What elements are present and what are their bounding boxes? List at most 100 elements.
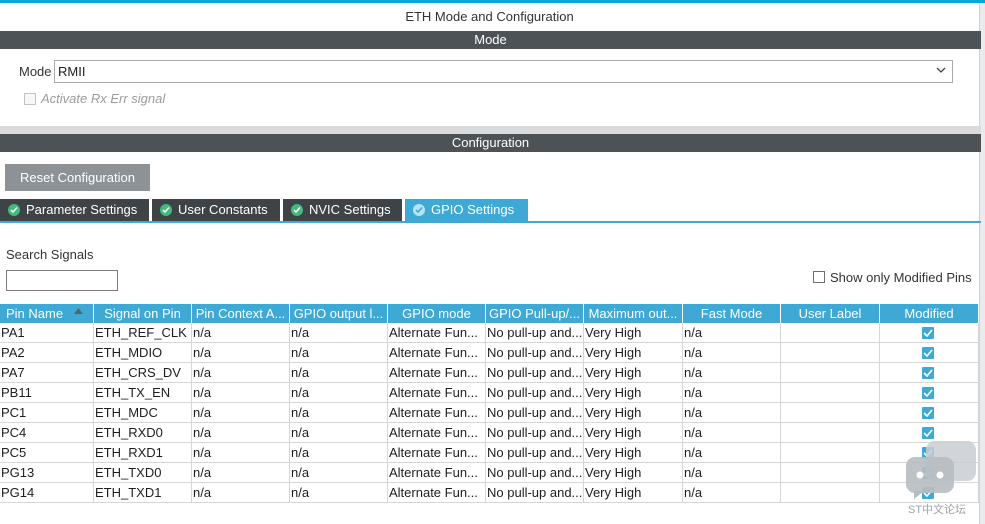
column-header-maximum-output-speed[interactable]: Maximum out... — [584, 304, 683, 323]
table-row[interactable]: PB11 ETH_TX_EN n/a n/a Alternate Fun... No pu… — [0, 383, 979, 403]
cell-gpio-mode: Alternate Fun... — [388, 363, 486, 383]
cell-signal-on-pin: ETH_TX_EN — [94, 383, 192, 403]
cell-modified[interactable] — [880, 323, 979, 343]
watermark-text: ST中文论坛 — [908, 504, 967, 516]
configuration-section-header: Configuration — [0, 134, 981, 152]
column-header-label: Fast Mode — [700, 306, 763, 321]
sort-ascending-icon[interactable] — [74, 308, 83, 314]
cell-maximum-output-speed: Very High — [584, 363, 683, 383]
table-row[interactable]: PA2 ETH_MDIO n/a n/a Alternate Fun... No pull… — [0, 343, 979, 363]
table-row[interactable]: PC4 ETH_RXD0 n/a n/a Alternate Fun... No pull… — [0, 423, 979, 443]
search-signals-label: Search Signals — [6, 247, 94, 262]
cell-maximum-output-speed: Very High — [584, 323, 683, 343]
cell-gpio-pull: No pull-up and... — [486, 323, 584, 343]
reset-configuration-button[interactable]: Reset Configuration — [5, 164, 150, 191]
modified-check-icon — [922, 387, 934, 399]
cell-gpio-mode: Alternate Fun... — [388, 323, 486, 343]
cell-modified[interactable] — [880, 423, 979, 443]
cell-signal-on-pin: ETH_MDC — [94, 403, 192, 423]
table-row[interactable]: PC5 ETH_RXD1 n/a n/a Alternate Fun... No pull… — [0, 443, 979, 463]
cell-pin-context: n/a — [192, 323, 290, 343]
tab-gpio-settings[interactable]: GPIO Settings — [405, 199, 528, 221]
cell-pin-name: PA1 — [0, 323, 94, 343]
mode-select-value: RMII — [58, 64, 86, 79]
tabs-underline — [0, 221, 981, 223]
right-scroll-strip[interactable] — [979, 3, 985, 524]
chevron-down-icon — [936, 67, 946, 73]
cell-gpio-output-level: n/a — [290, 383, 388, 403]
cell-maximum-output-speed: Very High — [584, 463, 683, 483]
activate-rx-err-label: Activate Rx Err signal — [41, 91, 166, 106]
tab-nvic-settings[interactable]: NVIC Settings — [283, 199, 402, 221]
cell-modified[interactable] — [880, 403, 979, 423]
cell-pin-name: PB11 — [0, 383, 94, 403]
cell-gpio-output-level: n/a — [290, 343, 388, 363]
column-header-user-label[interactable]: User Label — [781, 304, 880, 323]
table-header-row: Pin Name Signal on Pin Pin Context A... GPI… — [0, 304, 979, 323]
cell-pin-context: n/a — [192, 443, 290, 463]
cell-signal-on-pin: ETH_MDIO — [94, 343, 192, 363]
cell-signal-on-pin: ETH_RXD0 — [94, 423, 192, 443]
cell-user-label — [781, 403, 880, 423]
modified-check-icon — [922, 427, 934, 439]
modified-check-icon — [922, 367, 934, 379]
mode-select[interactable]: RMII — [54, 60, 953, 83]
column-header-label: Modified — [904, 306, 954, 321]
cell-gpio-mode: Alternate Fun... — [388, 403, 486, 423]
tab-user-constants[interactable]: User Constants — [152, 199, 280, 221]
column-header-label: Maximum out... — [588, 306, 678, 321]
cell-fast-mode: n/a — [683, 443, 781, 463]
cell-pin-name: PC1 — [0, 403, 94, 423]
column-header-pin-name[interactable]: Pin Name — [0, 304, 94, 323]
cell-modified[interactable] — [880, 343, 979, 363]
table-row[interactable]: PA1 ETH_REF_CLK n/a n/a Alternate Fun... No p… — [0, 323, 979, 343]
column-header-pin-context[interactable]: Pin Context A... — [192, 304, 290, 323]
cell-pin-name: PA2 — [0, 343, 94, 363]
cell-maximum-output-speed: Very High — [584, 443, 683, 463]
cell-gpio-mode: Alternate Fun... — [388, 423, 486, 443]
column-header-signal-on-pin[interactable]: Signal on Pin — [94, 304, 192, 323]
cell-gpio-pull: No pull-up and... — [486, 423, 584, 443]
table-row[interactable]: PC1 ETH_MDC n/a n/a Alternate Fun... No pull-… — [0, 403, 979, 423]
cell-pin-context: n/a — [192, 343, 290, 363]
column-header-gpio-pull[interactable]: GPIO Pull-up/... — [486, 304, 584, 323]
cell-signal-on-pin: ETH_RXD1 — [94, 443, 192, 463]
window-title: ETH Mode and Configuration — [405, 9, 574, 24]
column-header-gpio-output-level[interactable]: GPIO output l... — [290, 304, 388, 323]
cell-gpio-pull: No pull-up and... — [486, 343, 584, 363]
column-header-modified[interactable]: Modified — [880, 304, 979, 323]
cell-gpio-output-level: n/a — [290, 463, 388, 483]
table-row[interactable]: PG14 ETH_TXD1 n/a n/a Alternate Fun... No pul… — [0, 483, 979, 503]
cell-gpio-mode: Alternate Fun... — [388, 383, 486, 403]
cell-maximum-output-speed: Very High — [584, 383, 683, 403]
column-header-label: GPIO mode — [402, 306, 471, 321]
column-header-gpio-mode[interactable]: GPIO mode — [388, 304, 486, 323]
cell-gpio-pull: No pull-up and... — [486, 403, 584, 423]
config-tabs: Parameter Settings User Constants NVIC S… — [0, 199, 981, 222]
cell-pin-name: PA7 — [0, 363, 94, 383]
column-header-label: Signal on Pin — [104, 306, 181, 321]
cell-fast-mode: n/a — [683, 483, 781, 503]
cell-signal-on-pin: ETH_TXD1 — [94, 483, 192, 503]
cell-gpio-mode: Alternate Fun... — [388, 483, 486, 503]
tab-parameter-settings[interactable]: Parameter Settings — [0, 199, 149, 221]
column-header-label: GPIO Pull-up/... — [488, 306, 581, 321]
cell-maximum-output-speed: Very High — [584, 483, 683, 503]
cell-pin-context: n/a — [192, 363, 290, 383]
cell-modified[interactable] — [880, 363, 979, 383]
column-header-fast-mode[interactable]: Fast Mode — [683, 304, 781, 323]
cell-pin-context: n/a — [192, 463, 290, 483]
tab-label: Parameter Settings — [26, 202, 138, 217]
table-row[interactable]: PA7 ETH_CRS_DV n/a n/a Alternate Fun... No pu… — [0, 363, 979, 383]
cell-user-label — [781, 483, 880, 503]
search-signals-input[interactable] — [6, 270, 118, 291]
activate-rx-err-checkbox[interactable] — [24, 93, 36, 105]
table-row[interactable]: PG13 ETH_TXD0 n/a n/a Alternate Fun... No pul… — [0, 463, 979, 483]
cell-modified[interactable] — [880, 383, 979, 403]
cell-fast-mode: n/a — [683, 403, 781, 423]
cell-signal-on-pin: ETH_REF_CLK — [94, 323, 192, 343]
cell-gpio-output-level: n/a — [290, 483, 388, 503]
show-only-modified-checkbox[interactable] — [813, 271, 825, 283]
check-circle-icon — [413, 204, 425, 216]
column-header-label: Pin Context A... — [195, 306, 286, 321]
